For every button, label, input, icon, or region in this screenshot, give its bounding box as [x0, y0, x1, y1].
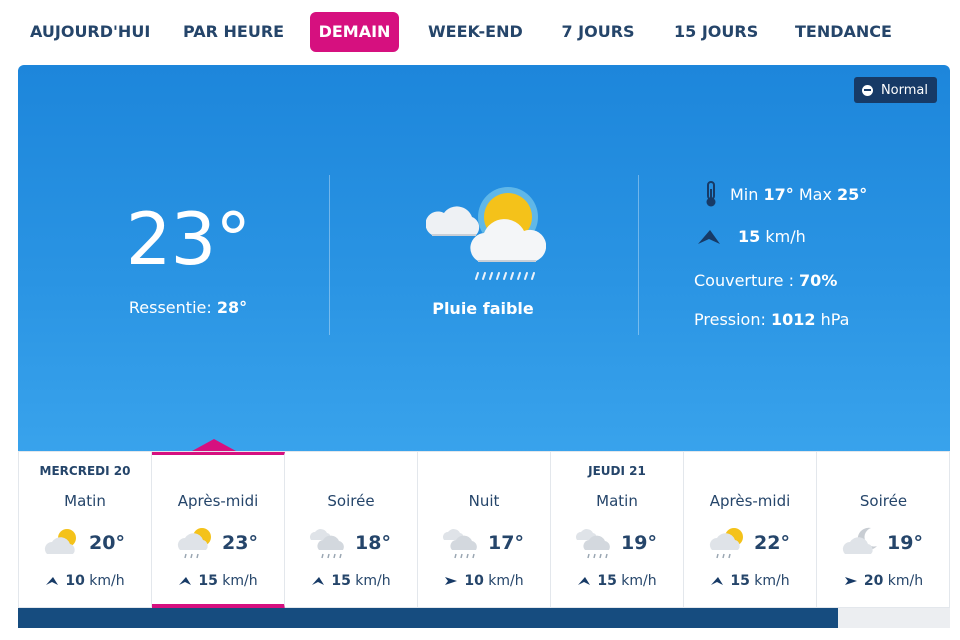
feels-like-label: Ressentie:: [128, 298, 212, 317]
pressure-value: 1012: [770, 310, 816, 329]
wind-unit: km/h: [765, 227, 806, 246]
period-label: Matin: [64, 492, 106, 510]
period-wind: 10 km/h: [418, 573, 550, 589]
timeline-scrollbar[interactable]: [18, 608, 950, 628]
wind-value: 15: [198, 573, 218, 589]
period-temperature: 19°: [621, 532, 657, 554]
day-label: MERCREDI 20: [39, 464, 131, 478]
wind-direction-icon: [312, 577, 325, 585]
wind-value: 10: [464, 573, 484, 589]
thermometer-icon: [706, 181, 716, 207]
divider: [329, 175, 330, 335]
wind-unit: km/h: [887, 573, 924, 589]
period-temperature: 20°: [89, 532, 125, 554]
tab-week-end[interactable]: WEEK-END: [428, 12, 523, 52]
period-card[interactable]: MERCREDI 20 Matin 20° 10 km/h: [19, 452, 152, 609]
divider: [638, 175, 639, 335]
period-temperature: 19°: [887, 532, 923, 554]
cloud-rain-icon: [443, 529, 477, 559]
feels-like: Ressentie: 28°: [98, 298, 278, 317]
wind-direction-icon: [844, 577, 857, 585]
period-card[interactable]: Soirée 18° 15 km/h: [285, 452, 418, 609]
min-label: Min: [730, 184, 759, 204]
wind-direction-icon: [46, 577, 59, 585]
display-mode-label: Normal: [880, 82, 928, 98]
period-label: Soirée: [327, 492, 375, 510]
period-card[interactable]: Nuit 17° 10 km/h: [418, 452, 551, 609]
cloud-sun-icon: [44, 529, 76, 554]
cloud-rain-icon: [310, 529, 344, 559]
wind-direction-icon: [445, 577, 458, 585]
cloud-rain-icon: [576, 529, 610, 559]
period-label: Matin: [596, 492, 638, 510]
period-temperature: 17°: [488, 532, 524, 554]
tab-7-jours[interactable]: 7 JOURS: [560, 12, 636, 52]
period-temperature: 22°: [754, 532, 790, 554]
period-card[interactable]: Après-midi 23° 15 km/h: [152, 452, 285, 609]
period-label: Soirée: [859, 492, 908, 510]
cloud-moon-icon: [842, 527, 877, 554]
feels-like-value: 28°: [216, 298, 248, 317]
day-label: JEUDI 21: [588, 464, 646, 478]
minus-circle-icon: [861, 84, 873, 96]
wind-direction-icon: [578, 577, 591, 585]
period-wind: 10 km/h: [19, 573, 151, 589]
max-value: 25°: [837, 184, 868, 204]
period-temperature: 18°: [355, 532, 391, 554]
period-card[interactable]: JEUDI 21 Matin 19° 15 km/h: [551, 452, 684, 609]
period-wind: 15 km/h: [152, 573, 284, 589]
cloud-sun-rain-icon: [177, 528, 211, 559]
scrollbar-thumb[interactable]: [18, 608, 838, 628]
current-temperature: 23°: [125, 197, 252, 281]
period-label: Après-midi: [709, 492, 791, 510]
period-card[interactable]: Après-midi 22° 15 km/h: [684, 452, 817, 609]
wind-direction-icon: [711, 577, 724, 585]
period-card[interactable]: Soirée 19° 20 km/h: [817, 452, 950, 609]
tab-15-jours[interactable]: 15 JOURS: [674, 12, 758, 52]
tab-par-heure[interactable]: PAR HEURE: [183, 12, 284, 52]
forecast-panel: Normal 23° Ressentie: 28° Pluie faible M…: [18, 65, 950, 455]
wind-direction-icon: [179, 577, 192, 585]
wind-unit: km/h: [355, 573, 391, 589]
period-temperature: 23°: [222, 532, 258, 554]
period-wind: 15 km/h: [285, 573, 417, 589]
pressure-row: Pression: 1012 hPa: [694, 310, 849, 329]
wind-unit: km/h: [488, 573, 524, 589]
wind-value: 15: [597, 573, 617, 589]
period-label: Nuit: [468, 492, 500, 510]
wind-direction-icon: [698, 229, 720, 244]
display-mode-toggle[interactable]: Normal: [853, 77, 937, 103]
wind-unit: km/h: [754, 573, 790, 589]
selected-period-pointer: [192, 439, 236, 451]
rain-cloud-sun-icon: [426, 187, 546, 280]
max-label: Max: [798, 184, 832, 204]
wind-unit: km/h: [89, 573, 125, 589]
pressure-label: Pression:: [694, 310, 766, 329]
wind-unit: km/h: [222, 573, 258, 589]
tab-aujourdhui[interactable]: AUJOURD'HUI: [30, 12, 150, 52]
period-wind: 20 km/h: [817, 573, 950, 589]
cloud-sun-rain-icon: [709, 528, 743, 559]
period-wind: 15 km/h: [551, 573, 683, 589]
condition-label: Pluie faible: [432, 299, 534, 318]
wind-value: 20: [863, 573, 884, 589]
min-value: 17°: [763, 184, 794, 204]
coverage-row: Couverture : 70%: [694, 271, 837, 290]
wind-row: 15 km/h: [694, 227, 806, 246]
period-wind: 15 km/h: [684, 573, 816, 589]
tab-demain[interactable]: DEMAIN: [310, 12, 399, 52]
pressure-unit: hPa: [820, 310, 850, 329]
period-label: Après-midi: [177, 492, 259, 510]
coverage-value: 70%: [799, 271, 838, 290]
wind-value: 15: [730, 573, 750, 589]
tab-tendance[interactable]: TENDANCE: [795, 12, 892, 52]
min-max-row: Min 17° Max 25°: [694, 180, 867, 208]
coverage-label: Couverture :: [694, 271, 794, 290]
forecast-tabs: AUJOURD'HUI PAR HEURE DEMAIN WEEK-END 7 …: [0, 0, 960, 64]
wind-value: 15: [331, 573, 351, 589]
wind-value: 10: [65, 573, 85, 589]
wind-value: 15: [738, 227, 761, 246]
period-timeline: MERCREDI 20 Matin 20° 10 km/h Après-midi…: [18, 451, 950, 609]
wind-unit: km/h: [621, 573, 657, 589]
